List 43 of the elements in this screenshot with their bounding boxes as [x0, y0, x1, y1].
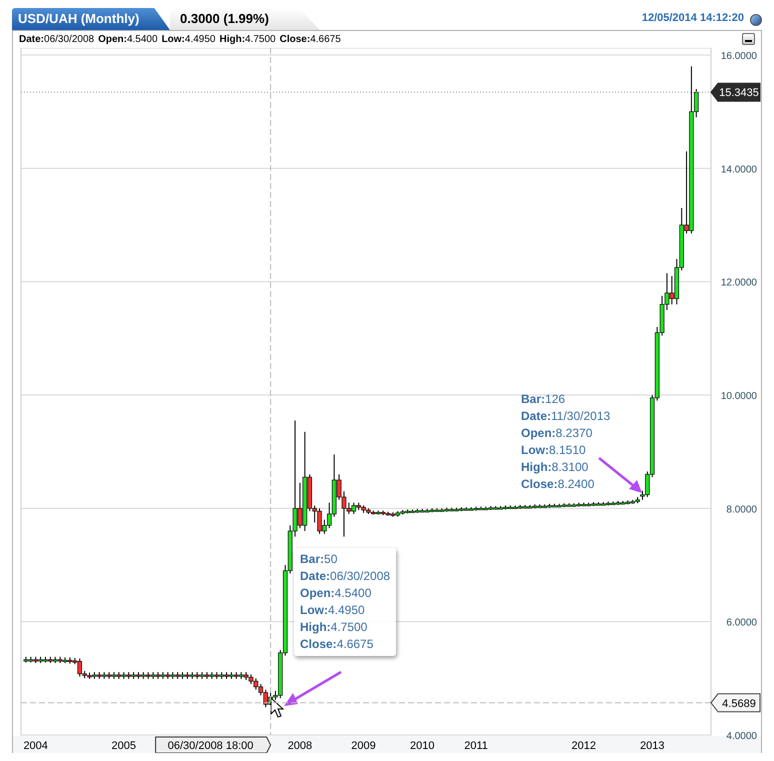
readout-line: Date:06/30/2008	[300, 568, 390, 585]
axis-label: 12.0000	[720, 278, 757, 289]
axis-label: 16.0000	[720, 50, 757, 62]
cursor-icon	[270, 696, 284, 718]
readout-line: Close:8.2400	[521, 476, 594, 493]
axis-label: 2004	[23, 740, 48, 752]
price-tag: 4.5689	[710, 693, 760, 712]
axis-label: 2008	[288, 740, 312, 752]
date-tag: 06/30/2008 18:00	[155, 736, 272, 753]
axis-label: 2009	[351, 740, 376, 752]
info-field: Open:4.5400	[98, 32, 158, 47]
readout-line: Open:4.5400	[300, 584, 372, 602]
readout-line: High:4.7500	[300, 618, 368, 636]
timestamp: 12/05/2014 14:12:20	[642, 10, 744, 26]
arrow	[598, 457, 642, 493]
axis-label: 2011	[464, 740, 488, 752]
arrow	[284, 670, 342, 706]
axis-label: 8.0000	[726, 504, 757, 516]
axis-label: 2013	[640, 740, 665, 752]
axis-label: 2005	[112, 740, 136, 752]
info-field: Close:4.6675	[280, 32, 341, 47]
ref-line-label: 15.3435	[719, 87, 759, 100]
readout-line: High:8.3100	[521, 458, 588, 476]
info-field: Low:4.4950	[162, 32, 216, 47]
axis-label: 6.0000	[726, 618, 757, 629]
axis-label: 14.0000	[720, 164, 757, 176]
symbol-tab[interactable]: USD/UAH (Monthly)	[12, 8, 170, 30]
readout-line: Bar:126	[521, 390, 566, 408]
ref-line-label: 4.5689	[722, 698, 756, 710]
readout-line: Date:11/30/2013	[521, 408, 610, 425]
info-field: Date:06/30/2008	[19, 32, 94, 47]
info-field: High:4.7500	[219, 32, 276, 47]
axis-label: 10.0000	[720, 390, 757, 402]
minimize-button[interactable]	[742, 33, 755, 46]
axis-label: 4.0000	[726, 730, 757, 742]
readout-line: Close:4.6675	[300, 636, 374, 653]
readout-line: Low:8.1510	[521, 442, 586, 459]
axis-label: 2012	[572, 740, 596, 752]
price-tag: 15.3435	[710, 82, 760, 102]
axis-label: 2010	[410, 740, 435, 752]
readout-line: Bar:50	[300, 550, 338, 568]
readout-line: Low:4.4950	[300, 602, 365, 619]
readout-line: Open:8.2370	[521, 424, 592, 442]
